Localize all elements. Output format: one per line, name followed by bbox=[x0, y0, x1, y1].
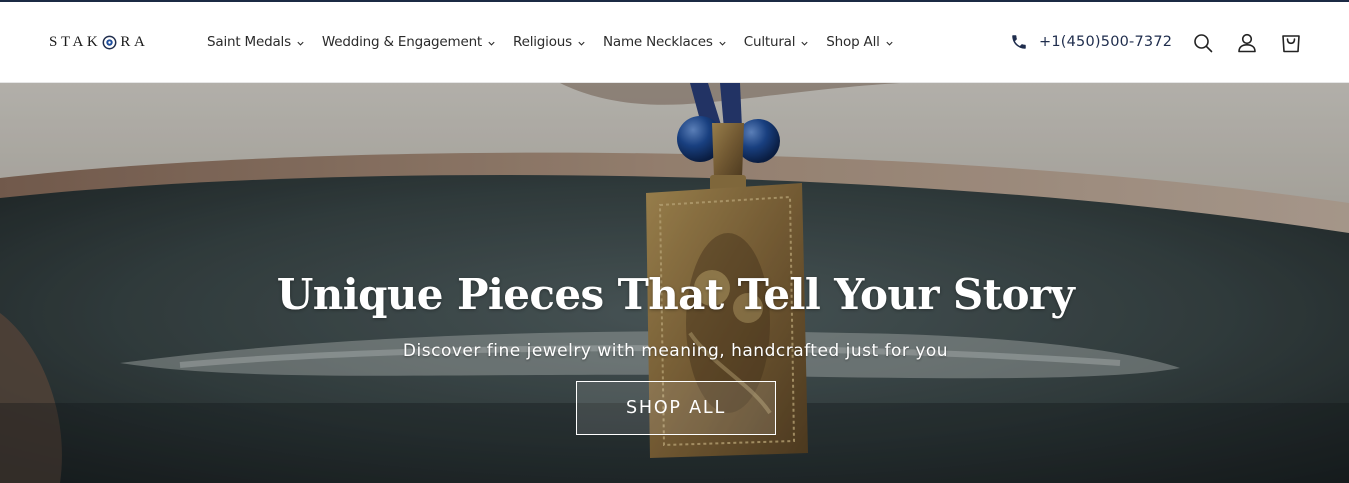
chevron-down-icon bbox=[801, 41, 808, 46]
search-button[interactable] bbox=[1191, 31, 1215, 55]
hero-title: Unique Pieces That Tell Your Story bbox=[276, 270, 1075, 319]
chevron-down-icon bbox=[297, 41, 304, 46]
nav-label: Name Necklaces bbox=[602, 34, 713, 50]
nav-label: Shop All bbox=[826, 34, 880, 50]
brand-logo[interactable]: STAK RA bbox=[49, 33, 148, 51]
cart-button[interactable] bbox=[1279, 31, 1303, 55]
phone-icon bbox=[1012, 35, 1026, 49]
nav-saint-medals[interactable]: Saint Medals bbox=[207, 34, 305, 50]
phone-link[interactable]: +1(450)500-7372 bbox=[1010, 31, 1172, 53]
chevron-down-icon bbox=[488, 41, 495, 46]
nav-name-necklaces[interactable]: Name Necklaces bbox=[603, 34, 727, 50]
shop-all-label: SHOP ALL bbox=[625, 398, 727, 418]
account-button[interactable] bbox=[1235, 31, 1259, 55]
cart-icon bbox=[1282, 35, 1300, 53]
chevron-down-icon bbox=[578, 41, 585, 46]
main-navigation: Saint Medals Wedding & Engagement Religi… bbox=[207, 30, 911, 54]
hero-banner: Unique Pieces That Tell Your Story Disco… bbox=[0, 83, 1349, 483]
nav-label: Saint Medals bbox=[207, 34, 291, 50]
logo-text-right: RA bbox=[120, 33, 149, 50]
site-header: STAK RA Saint Medals Wedding & Engagemen… bbox=[0, 2, 1349, 83]
logo-text-left: STAK bbox=[49, 33, 102, 50]
logo-eye-mark-icon bbox=[102, 35, 117, 49]
nav-cultural[interactable]: Cultural bbox=[744, 34, 810, 50]
nav-label: Cultural bbox=[743, 34, 796, 50]
nav-label: Wedding & Engagement bbox=[321, 34, 483, 50]
nav-religious[interactable]: Religious bbox=[513, 34, 586, 50]
hero-subtitle: Discover fine jewelry with meaning, hand… bbox=[402, 341, 949, 361]
chevron-down-icon bbox=[719, 41, 726, 46]
chevron-down-icon bbox=[886, 41, 893, 46]
nav-label: Religious bbox=[513, 34, 572, 50]
account-icon bbox=[1238, 33, 1256, 53]
phone-number: +1(450)500-7372 bbox=[1039, 34, 1173, 50]
nav-wedding-engagement[interactable]: Wedding & Engagement bbox=[322, 34, 496, 50]
nav-shop-all[interactable]: Shop All bbox=[826, 34, 893, 50]
shop-all-button[interactable]: SHOP ALL bbox=[576, 381, 776, 435]
search-icon bbox=[1194, 34, 1213, 53]
